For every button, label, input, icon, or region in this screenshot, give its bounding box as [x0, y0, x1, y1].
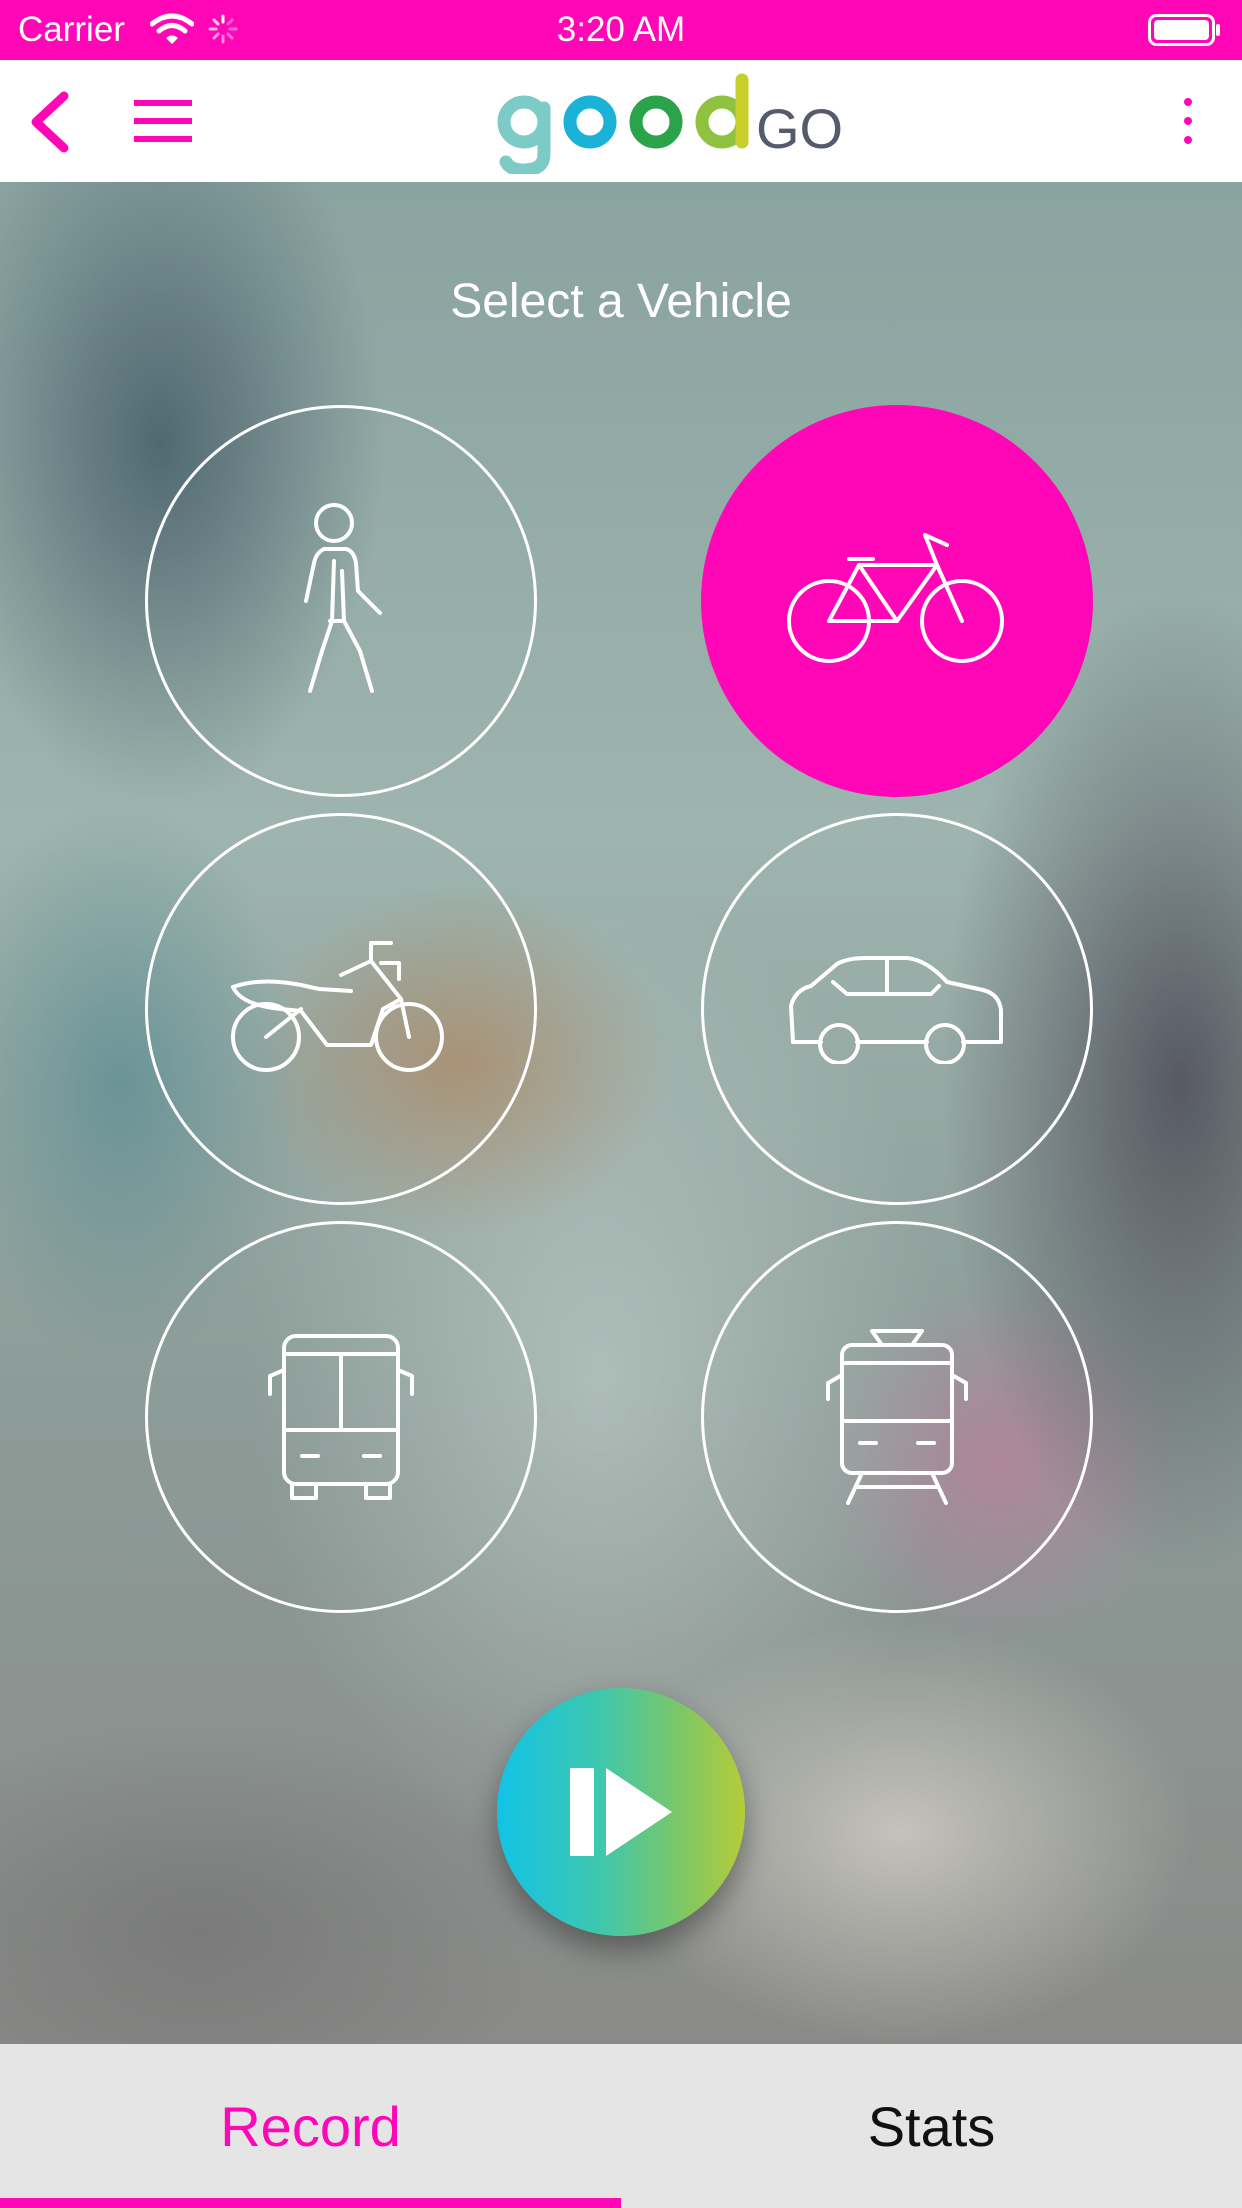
battery-icon — [1148, 14, 1220, 46]
clock: 3:20 AM — [556, 10, 686, 49]
bicycle-icon — [787, 533, 1004, 663]
page-title: Select a Vehicle — [450, 275, 792, 328]
tab-record[interactable]: Record — [0, 2044, 621, 2208]
tram-icon — [826, 1329, 968, 1505]
tab-stats-label: Stats — [867, 2095, 996, 2158]
start-recording-button[interactable] — [497, 1688, 745, 1936]
vehicle-option-car[interactable] — [701, 813, 1093, 1205]
car-icon — [789, 956, 1003, 1064]
bus-icon — [268, 1334, 414, 1500]
vehicle-option-bicycle[interactable] — [701, 405, 1093, 797]
more-options-icon[interactable] — [1178, 96, 1198, 146]
menu-icon[interactable] — [134, 98, 192, 144]
motorcycle-icon — [231, 941, 444, 1072]
vehicle-selection-screen: Select a Vehicle — [0, 182, 1242, 2044]
play-pause-icon — [570, 1768, 672, 1856]
vehicle-option-bus[interactable] — [145, 1221, 537, 1613]
back-icon[interactable] — [26, 90, 70, 154]
tab-stats[interactable]: Stats — [621, 2044, 1242, 2208]
tab-bar: Record Stats — [0, 2044, 1242, 2208]
walking-person-icon — [304, 503, 382, 693]
status-bar: Carrier 3:20 AM — [0, 0, 1242, 60]
navigation-bar: GO — [0, 60, 1242, 182]
logo-suffix: GO — [756, 97, 843, 160]
vehicle-option-motorcycle[interactable] — [145, 813, 537, 1205]
vehicle-option-walk[interactable] — [145, 405, 537, 797]
goodgo-logo: GO — [494, 70, 854, 179]
tab-record-label: Record — [220, 2095, 401, 2158]
active-tab-indicator — [0, 2198, 621, 2208]
vehicle-option-tram[interactable] — [701, 1221, 1093, 1613]
